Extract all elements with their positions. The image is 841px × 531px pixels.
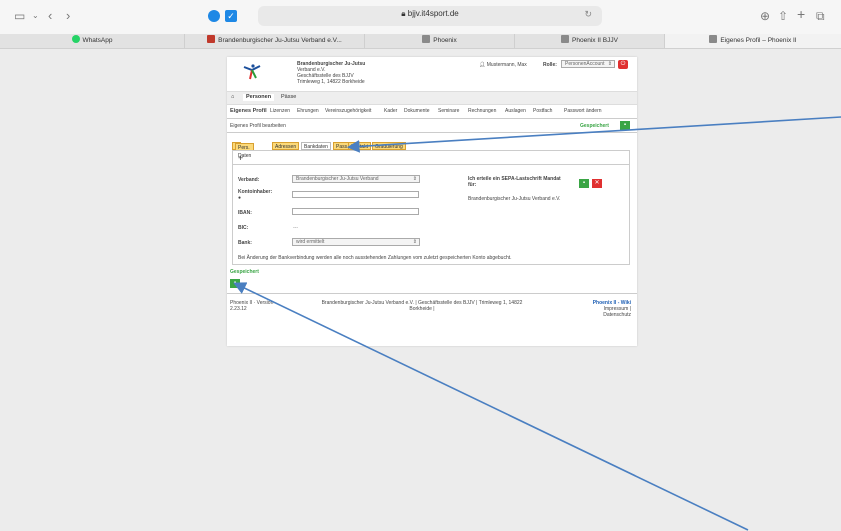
saved-status-bottom: Gespeichert [230, 269, 259, 275]
subnav-dokumente[interactable]: Dokumente [404, 108, 430, 114]
reload-icon[interactable]: ↻ [584, 9, 592, 20]
nav-paesse[interactable]: Pässe [281, 94, 296, 101]
role-label: Rolle: [543, 62, 557, 68]
subnav-vereinszugehoerigkeit[interactable]: Vereinszugehörigkeit [325, 108, 371, 114]
save-icon: ▪ [233, 280, 237, 286]
url-text: bjjv.it4sport.de [407, 9, 459, 18]
divider [227, 293, 637, 294]
tab-phoenix[interactable]: Phoenix [364, 34, 514, 48]
tab-bankdaten[interactable]: Bankdaten [301, 142, 331, 150]
forward-icon[interactable]: › [66, 8, 70, 24]
bank-select[interactable]: wird ermittelt ⇕ [292, 238, 420, 246]
bjjv-logo-icon [243, 64, 261, 80]
tab-kontakt[interactable]: Kontakt [348, 142, 371, 150]
bjjv-favicon-icon [207, 35, 216, 43]
saved-status-top: Gespeichert [580, 123, 609, 129]
sub-nav: Eigenes Profil Lizenzen Ehrungen Vereins… [227, 108, 637, 116]
tab-whatsapp[interactable]: WhatsApp [0, 34, 184, 48]
tab-overview-icon[interactable]: ⧉ [816, 8, 825, 24]
bic-label: BIC: [238, 225, 249, 231]
download-icon[interactable]: ⊕ [760, 8, 770, 24]
verband-label: Verband: [238, 177, 260, 183]
whatsapp-icon [71, 35, 80, 43]
kontoinhaber-label: Kontoinhaber: [238, 189, 273, 195]
share-icon[interactable]: ⇧ [778, 8, 788, 24]
add-icon[interactable]: + [238, 153, 243, 163]
divider [233, 164, 629, 165]
user-name: Mustermann, Max [486, 62, 527, 68]
divider [227, 132, 637, 133]
select-arrows-icon: ⇕ [607, 61, 612, 67]
subnav-postfach[interactable]: Postfach [533, 108, 552, 114]
close-icon: ✕ [594, 180, 600, 186]
phoenix-favicon-icon [561, 35, 570, 43]
section-title: Eigenes Profil bearbeiten [230, 123, 286, 129]
save-mandate-button[interactable]: ▪ [579, 179, 589, 188]
address-bar[interactable]: 🔒︎ bjjv.it4sport.de ↻ [258, 6, 602, 26]
tab-graduierung[interactable]: Graduierung [372, 142, 406, 150]
user-info: 👤︎ Mustermann, Max [479, 62, 527, 68]
tab-bar: WhatsApp Brandenburgischer Ju-Jutsu Verb… [0, 34, 841, 49]
subnav-lizenzen[interactable]: Lizenzen [270, 108, 290, 114]
subnav-passwort-aendern[interactable]: Passwort ändern [564, 108, 602, 114]
phoenix-favicon-icon [709, 35, 718, 43]
sepa-mandate-label: Ich erteile ein SEPA-Lastschrift Mandat … [468, 176, 561, 188]
page-content: Brandenburgischer Ju-Jutsu Verband e.V. … [227, 57, 637, 346]
select-arrows-icon: ⇕ [412, 239, 417, 245]
info-icon: ● [238, 195, 242, 201]
iban-input[interactable] [292, 208, 419, 215]
bank-change-note: Bei Änderung der Bankverbindung werden a… [238, 255, 512, 261]
save-button-top[interactable]: ▪ [620, 121, 630, 130]
iban-label: IBAN: [238, 210, 252, 216]
main-nav: ⌂ Personen Pässe [227, 91, 637, 105]
subnav-eigenes-profil[interactable]: Eigenes Profil [230, 108, 267, 114]
delete-mandate-button[interactable]: ✕ [592, 179, 602, 188]
sepa-org: Brandenburgischer Ju-Jutsu Verband e.V. [468, 196, 561, 202]
tab-phoenix-bjjv[interactable]: Phoenix II BJJV [514, 34, 664, 48]
user-icon: 👤︎ [479, 62, 486, 68]
bankdaten-panel: + Verband: Brandenburgischer Ju-Jutsu Ve… [232, 150, 630, 265]
extension-shield-icon[interactable] [208, 10, 220, 22]
nav-personen[interactable]: Personen [243, 94, 275, 101]
verband-select[interactable]: Brandenburgischer Ju-Jutsu Verband ⇕ [292, 175, 420, 183]
subnav-auslagen[interactable]: Auslagen [505, 108, 526, 114]
save-icon: ▪ [582, 180, 586, 186]
select-arrows-icon: ⇕ [412, 176, 417, 182]
tab-bjjv[interactable]: Brandenburgischer Ju-Jutsu Verband e.V..… [184, 34, 364, 48]
bic-value: --- [293, 225, 298, 231]
footer-address-line2: Borkheide | [409, 306, 435, 312]
kontoinhaber-input[interactable] [292, 191, 419, 198]
bank-label: Bank: [238, 240, 252, 246]
phoenix-favicon-icon [422, 35, 431, 43]
browser-toolbar: ▭ ⌄ ‹ › ✓ 🔒︎ bjjv.it4sport.de ↻ ⊕ ⇧ + ⧉ [0, 0, 841, 34]
profile-tabs: Pers. Daten ● Adressen Bankdaten Pass Ko… [232, 142, 632, 159]
divider [227, 118, 637, 119]
tab-eigenes-profil[interactable]: Eigenes Profil – Phoenix II [664, 34, 841, 48]
checkbox-extension-icon[interactable]: ✓ [225, 10, 237, 22]
subnav-seminare[interactable]: Seminare [438, 108, 459, 114]
tab-pers-daten[interactable]: Pers. Daten ● [232, 142, 255, 159]
role-select[interactable]: PersonenAccount ⇕ [561, 60, 615, 68]
save-button-bottom[interactable]: ▪ [230, 279, 240, 288]
org-address-line2: Trimleweg 1, 14822 Borkheide [297, 79, 365, 85]
new-tab-icon[interactable]: + [797, 6, 805, 22]
subnav-kader[interactable]: Kader [384, 108, 397, 114]
tab-adressen[interactable]: Adressen [272, 142, 300, 150]
logout-button[interactable]: ⏻ [618, 60, 628, 69]
footer-version: Phoenix II · Version 2.23.12 [230, 300, 274, 312]
home-icon[interactable]: ⌂ [231, 94, 234, 101]
save-icon: ▪ [623, 122, 627, 128]
datenschutz-link[interactable]: Datenschutz [557, 312, 631, 318]
sidebar-toggle-icon[interactable]: ▭ [14, 8, 25, 24]
back-icon[interactable]: ‹ [48, 8, 52, 24]
power-icon: ⏻ [620, 61, 626, 67]
subnav-ehrungen[interactable]: Ehrungen [297, 108, 319, 114]
lock-icon: 🔒︎ [401, 9, 406, 18]
chevron-down-icon[interactable]: ⌄ [32, 8, 39, 24]
subnav-rechnungen[interactable]: Rechnungen [468, 108, 496, 114]
